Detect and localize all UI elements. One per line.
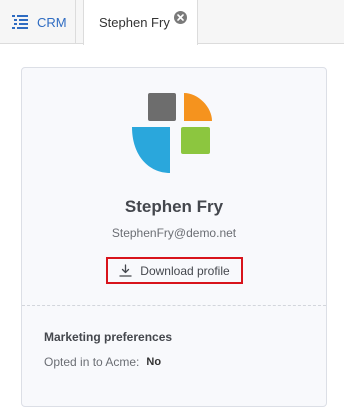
download-profile-button[interactable]: Download profile [106,257,243,284]
close-icon[interactable] [174,11,187,24]
download-profile-label: Download profile [140,263,230,278]
opted-in-label: Opted in to Acme: [44,355,140,369]
opted-in-value: No [146,356,162,368]
marketing-preferences-title: Marketing preferences [44,330,173,344]
tab-stephen-fry-label: Stephen Fry [99,15,170,30]
tab-crm[interactable]: CRM [0,0,76,44]
profile-name: Stephen Fry [124,197,224,216]
download-icon [119,264,132,277]
tab-bar: CRM Stephen Fry [0,0,344,45]
tab-stephen-fry[interactable]: Stephen Fry [83,0,198,45]
list-icon [12,15,28,29]
company-logo-icon [132,93,212,173]
tab-crm-label: CRM [37,14,67,30]
opted-in-row: Opted in to Acme: No [44,355,161,369]
profile-card: Stephen Fry StephenFry@demo.net Download… [21,67,327,407]
section-divider [22,305,326,306]
profile-email: StephenFry@demo.net [111,226,237,240]
